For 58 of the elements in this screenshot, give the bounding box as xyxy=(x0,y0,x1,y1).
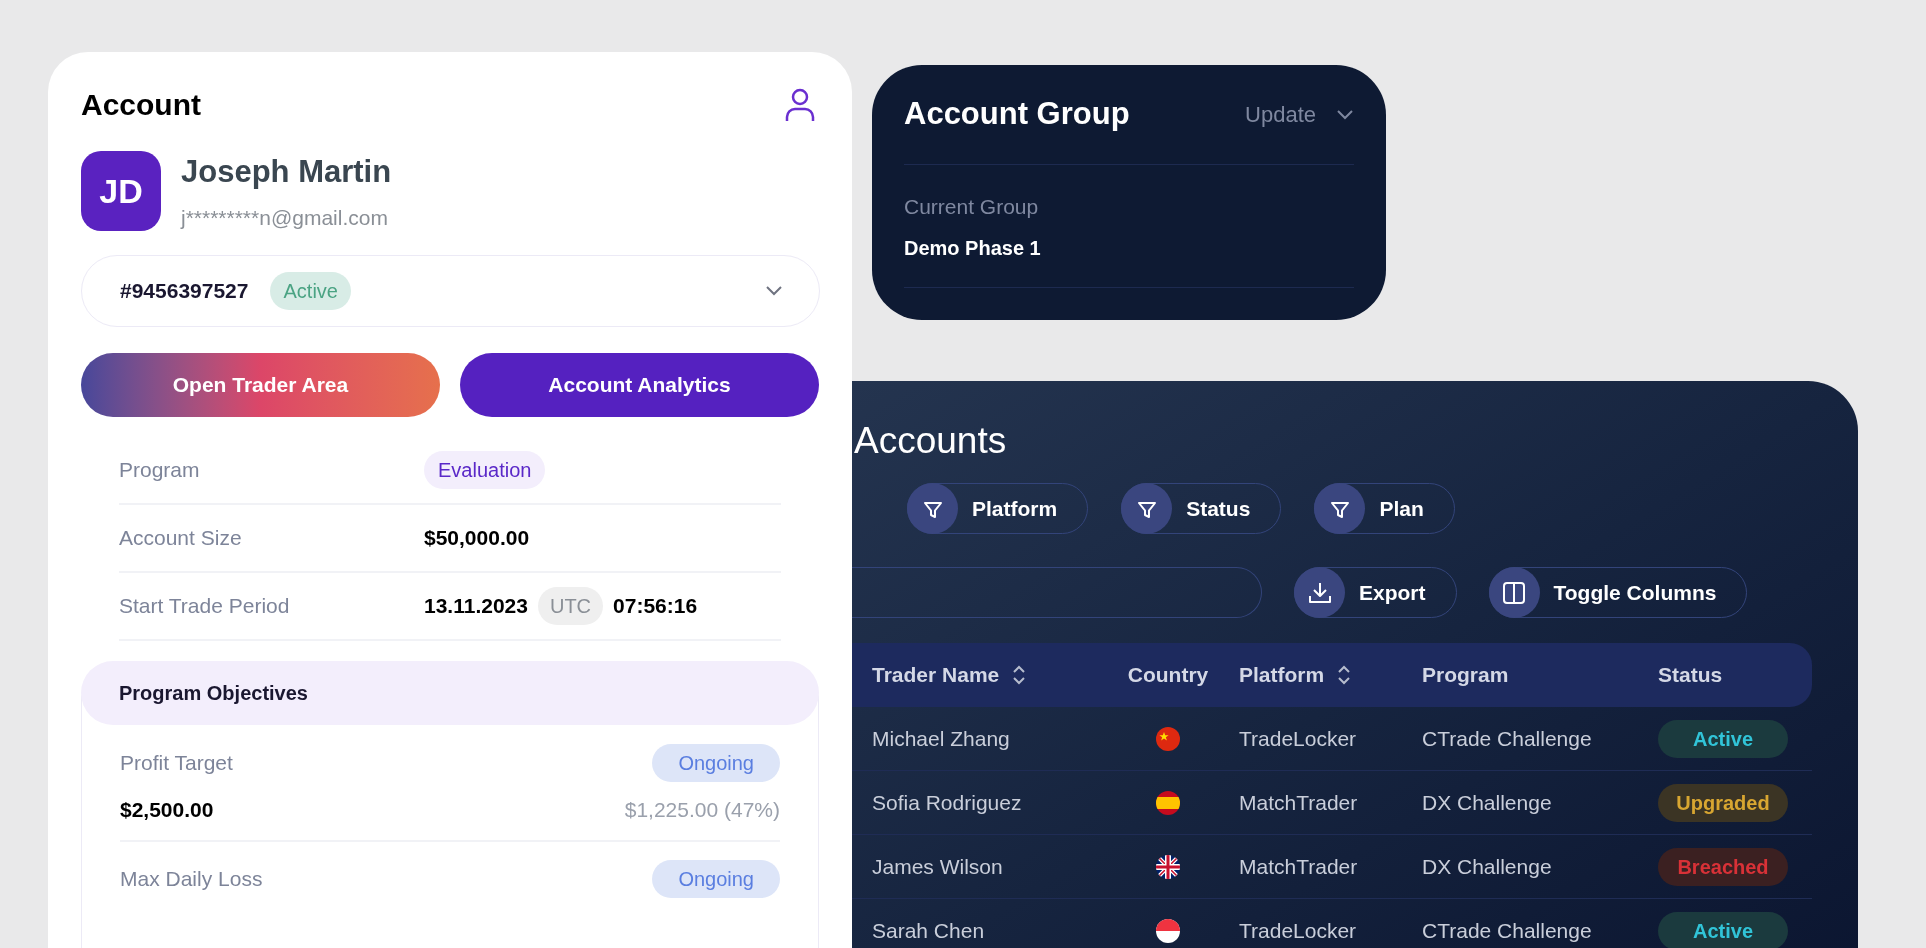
user-avatar: JD xyxy=(81,151,161,231)
status-badge: Active xyxy=(270,272,351,310)
table-cell-text: DX Challenge xyxy=(1422,853,1553,880)
column-header[interactable]: Program xyxy=(1422,659,1509,691)
sort-icon xyxy=(1011,664,1028,686)
panel-title: Accounts xyxy=(854,420,1007,461)
user-name: Joseph Martin xyxy=(181,153,392,191)
objective-label: Profit Target xyxy=(120,750,233,777)
table-cell-text: CTrade Challenge xyxy=(1422,917,1593,944)
status-badge: Active xyxy=(1658,911,1788,948)
objective-label: Max Daily Loss xyxy=(120,865,263,892)
flag-icon xyxy=(1156,726,1180,751)
column-header[interactable]: Trader Name xyxy=(872,659,1000,691)
status-badge: Breached xyxy=(1658,847,1788,886)
field-label: Current Group xyxy=(904,194,1040,220)
section-header: Program Objectives xyxy=(81,661,819,725)
trader-area-button[interactable]: Open Trader Area xyxy=(81,353,440,417)
table-cell-text: James Wilson xyxy=(871,853,1004,880)
timezone-badge: UTC xyxy=(537,587,604,625)
status-badge: Ongoing xyxy=(652,859,780,898)
table-cell-text: TradeLocker xyxy=(1239,725,1358,752)
progress-amount: $1,225.00 (47%) xyxy=(624,797,780,823)
field-label: Start Trade Period xyxy=(119,593,291,620)
card-title: Account xyxy=(81,87,201,123)
table-cell-text: Sofia Rodriguez xyxy=(871,789,1023,816)
status-badge: Active xyxy=(1658,719,1788,758)
field-value: Demo Phase 1 xyxy=(904,235,1042,261)
flag-icon xyxy=(1156,854,1180,879)
field-label: Account Size xyxy=(119,525,243,552)
program-badge: Evaluation xyxy=(424,451,546,489)
table-cell-text: MatchTrader xyxy=(1239,789,1359,816)
user-icon[interactable] xyxy=(784,86,816,123)
account-number: #9456397527 xyxy=(120,278,249,305)
status-badge: Ongoing xyxy=(652,744,780,782)
column-header[interactable]: Platform xyxy=(1239,659,1325,691)
user-email: j*********n@gmail.com xyxy=(181,204,389,231)
table-cell-text: MatchTrader xyxy=(1239,853,1359,880)
column-header[interactable]: Country xyxy=(1127,659,1209,691)
flag-icon xyxy=(1156,918,1180,943)
chevron-down-icon xyxy=(765,285,783,297)
field-label: Program xyxy=(119,457,201,484)
table-cell-text: DX Challenge xyxy=(1422,789,1553,816)
time-text: 07:56:16 xyxy=(613,593,698,620)
column-header[interactable]: Status xyxy=(1658,659,1723,691)
table-cell-text: CTrade Challenge xyxy=(1422,725,1593,752)
target-amount: $2,500.00 xyxy=(120,797,214,823)
analytics-button[interactable]: Account Analytics xyxy=(460,353,819,417)
table-cell-text: Michael Zhang xyxy=(871,725,1011,752)
update-dropdown[interactable]: Update xyxy=(1245,98,1354,131)
flag-icon xyxy=(1156,790,1180,815)
field-value: $50,000.00 xyxy=(424,525,530,552)
sort-icon xyxy=(1336,664,1353,686)
status-badge: Upgraded xyxy=(1658,783,1788,822)
date-text: 13.11.2023 xyxy=(424,593,528,620)
card-title: Account Group xyxy=(904,95,1130,134)
chevron-down-icon xyxy=(1336,108,1354,121)
table-cell-text: TradeLocker xyxy=(1239,917,1358,944)
table-cell-text: Sarah Chen xyxy=(871,917,986,944)
